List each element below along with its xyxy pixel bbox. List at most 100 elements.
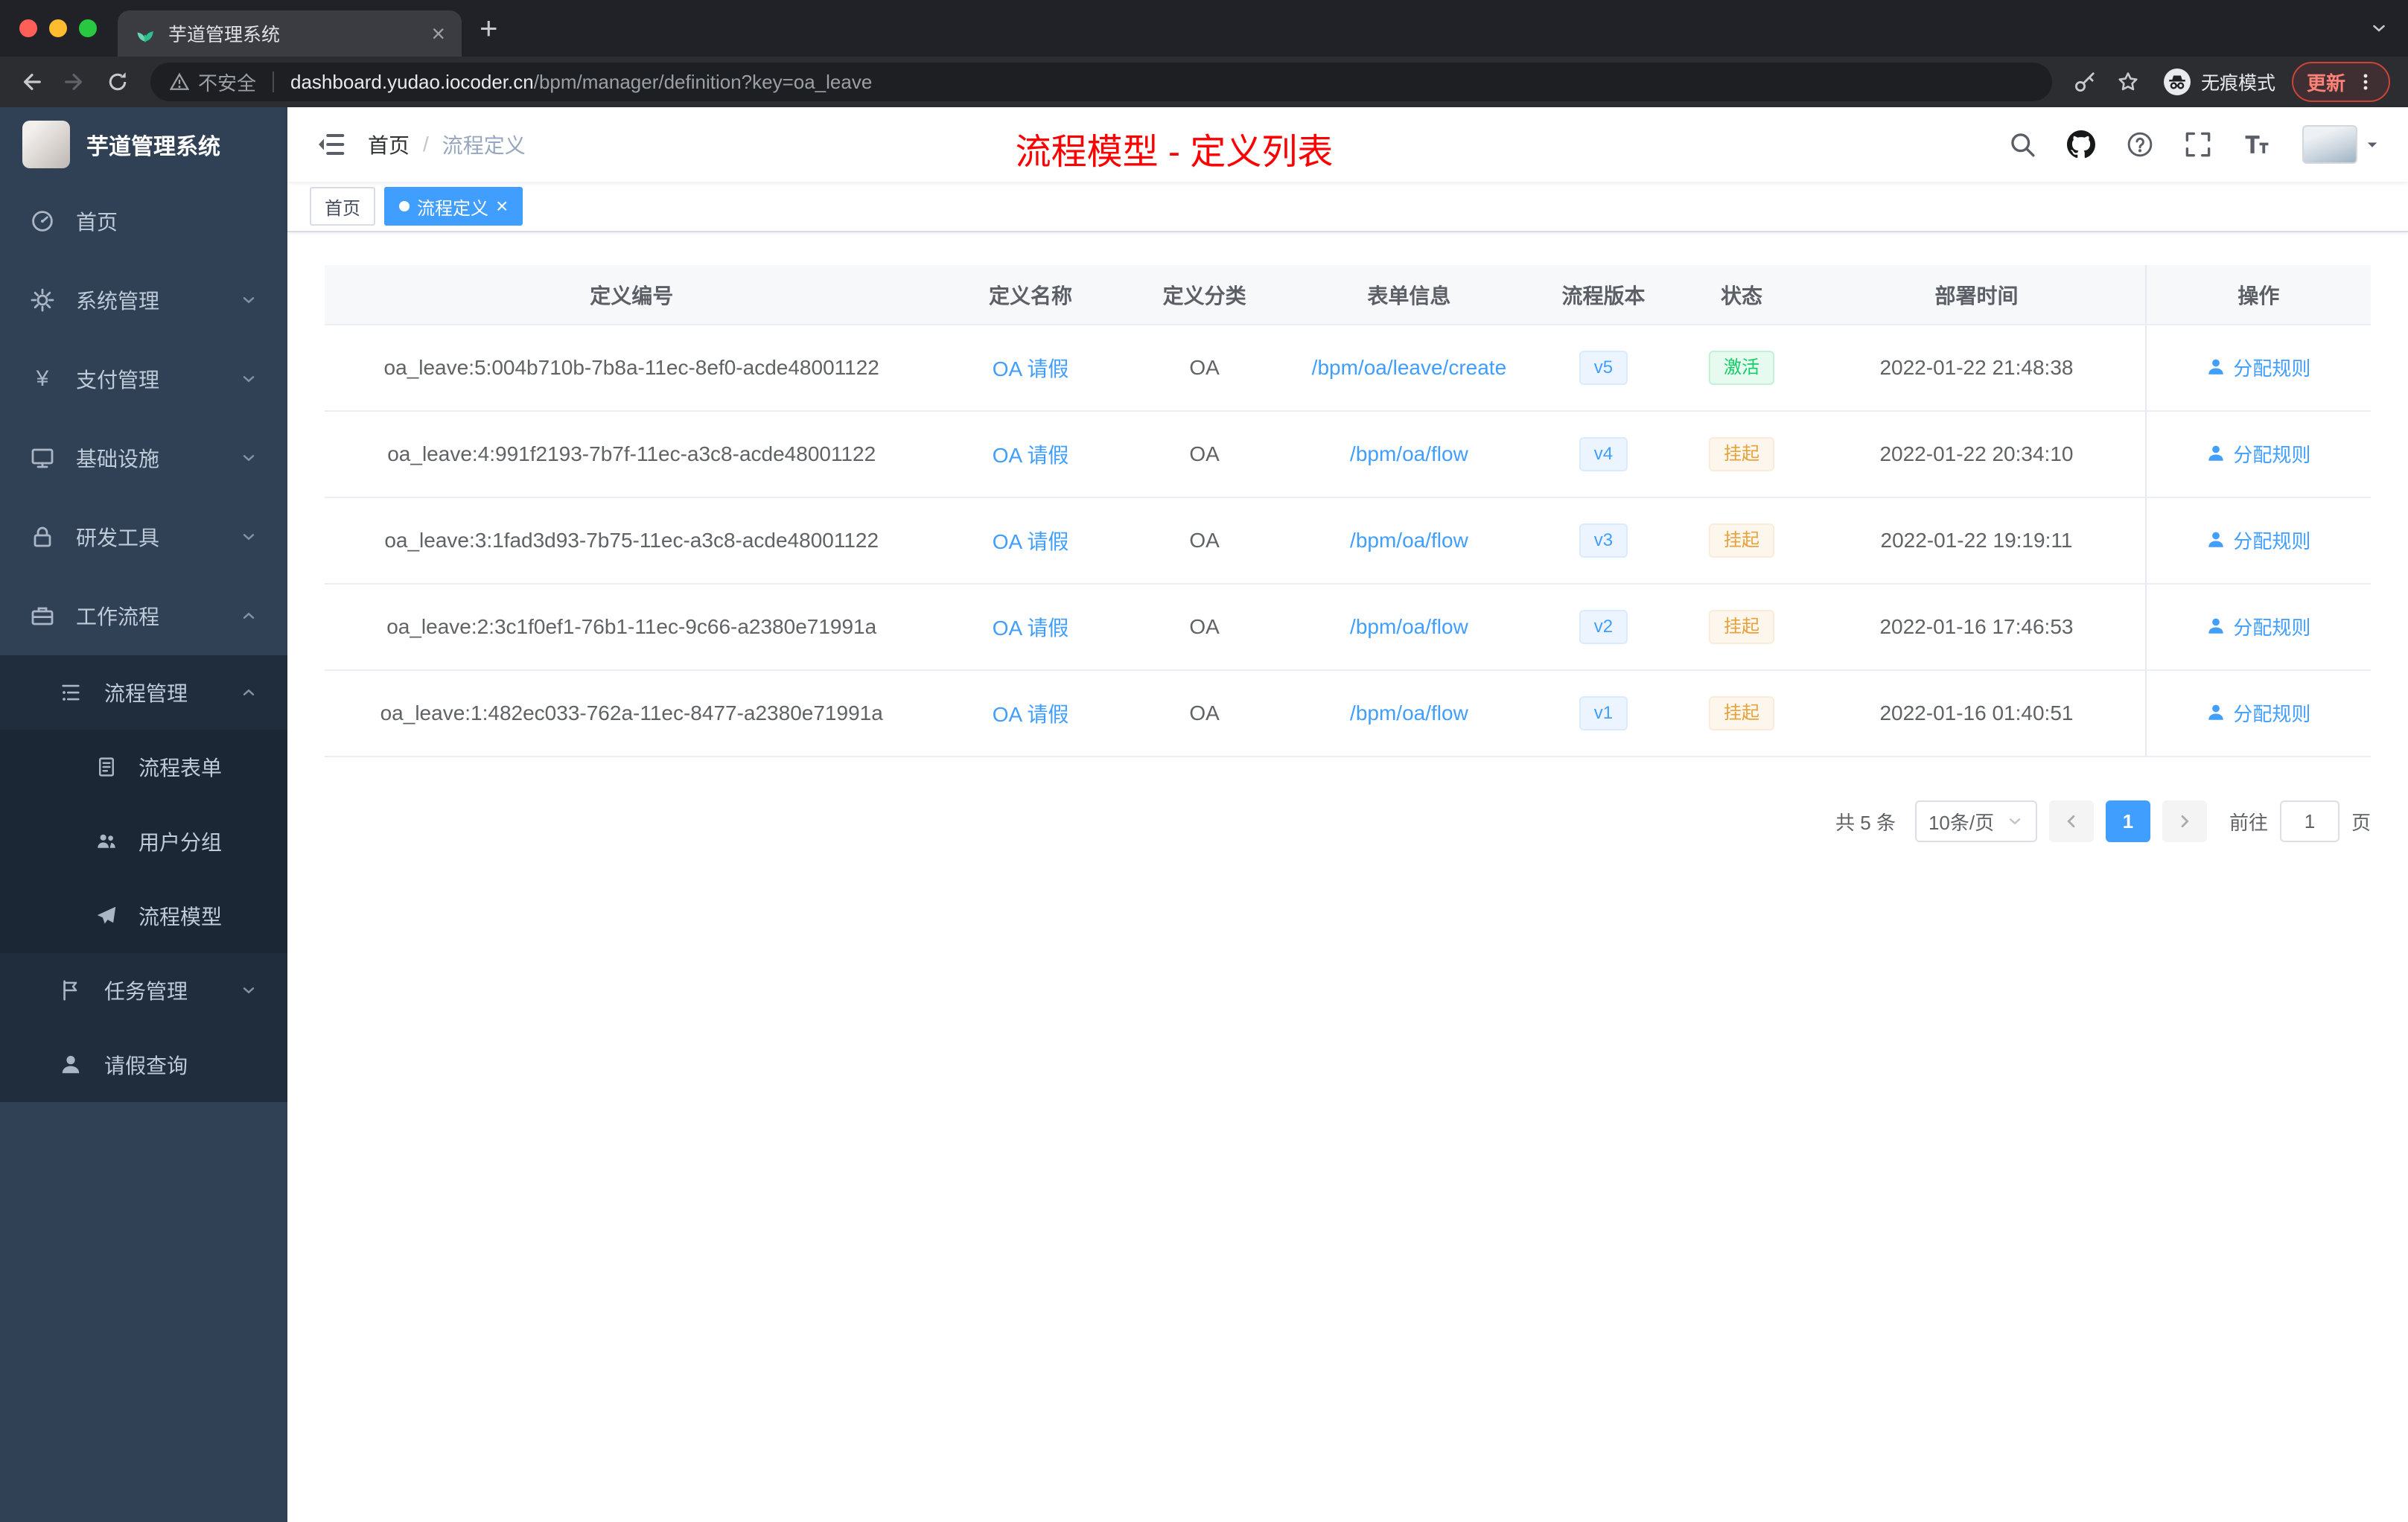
sidebar-item-workflow[interactable]: 工作流程 (0, 576, 287, 655)
forward-button[interactable] (55, 63, 94, 101)
form-info-link[interactable]: /bpm/oa/flow (1350, 701, 1468, 725)
chevron-down-icon (240, 449, 258, 467)
sidebar-item-label: 基础设施 (76, 448, 160, 471)
page-content: 定义编号 定义名称 定义分类 表单信息 流程版本 状态 部署时间 操作 oa_l (287, 232, 2408, 1522)
window-zoom-button[interactable] (79, 19, 97, 37)
sidebar-item-payment[interactable]: ¥ 支付管理 (0, 340, 287, 418)
assign-rule-link[interactable]: 分配规则 (2206, 354, 2310, 381)
tab-close-icon[interactable]: × (431, 22, 445, 45)
update-label[interactable]: 更新 (2307, 69, 2345, 96)
password-key-icon[interactable] (2065, 63, 2104, 101)
sidebar-item-label: 首页 (76, 211, 118, 234)
person-icon (2208, 704, 2224, 720)
form-info-link[interactable]: /bpm/oa/flow (1350, 442, 1468, 465)
github-icon[interactable] (2067, 130, 2095, 159)
sidebar-item-devtools[interactable]: 研发工具 (0, 497, 287, 576)
search-icon[interactable] (2009, 131, 2036, 158)
tag-close-icon[interactable]: × (496, 196, 508, 217)
browser-window: 芋道管理系统 × + 不安全 dashboard.yudao.iocoder.c… (0, 0, 2408, 1522)
incognito-label: 无痕模式 (2200, 73, 2275, 94)
definition-name-link[interactable]: OA 请假 (993, 617, 1069, 640)
sidebar-item-home[interactable]: 首页 (0, 182, 287, 261)
help-icon[interactable] (2127, 131, 2153, 158)
sidebar-item-task-management[interactable]: 任务管理 (0, 953, 287, 1028)
browser-update-button[interactable]: 更新 (2291, 62, 2390, 102)
address-bar[interactable]: 不安全 dashboard.yudao.iocoder.cn/bpm/manag… (150, 63, 2052, 101)
sidebar-item-system[interactable]: 系统管理 (0, 261, 287, 340)
form-info-link[interactable]: /bpm/oa/leave/create (1312, 356, 1507, 379)
pagination-total: 共 5 条 (1835, 811, 1896, 834)
url-host[interactable]: dashboard.yudao.iocoder.cn (290, 71, 534, 93)
security-label[interactable]: 不安全 (198, 69, 256, 96)
page-number-button[interactable]: 1 (2105, 800, 2150, 842)
form-info-link[interactable]: /bpm/oa/flow (1350, 615, 1468, 638)
col-definition-category: 定义分类 (1122, 265, 1287, 325)
browser-menu-dots-icon[interactable] (2356, 72, 2375, 92)
sidebar-item-process-form[interactable]: 流程表单 (0, 730, 287, 804)
bookmark-star-icon[interactable] (2109, 63, 2147, 101)
col-process-version: 流程版本 (1532, 265, 1675, 325)
tag-process-definition[interactable]: 流程定义 × (384, 187, 523, 226)
url-text[interactable]: dashboard.yudao.iocoder.cn/bpm/manager/d… (290, 71, 872, 94)
version-badge: v3 (1579, 523, 1628, 558)
cell-deploy-time: 2022-01-22 21:48:38 (1808, 325, 2146, 412)
person-icon (2208, 532, 2224, 547)
person-icon (58, 1052, 83, 1077)
definition-name-link[interactable]: OA 请假 (993, 357, 1069, 380)
fullscreen-icon[interactable] (2185, 131, 2211, 158)
browser-tab[interactable]: 芋道管理系统 × (118, 10, 462, 57)
url-path[interactable]: /bpm/manager/definition?key=oa_leave (534, 71, 873, 93)
next-page-button[interactable] (2162, 800, 2207, 842)
user-avatar-menu[interactable] (2302, 125, 2380, 164)
tab-search-chevron-icon[interactable] (2369, 19, 2389, 38)
page-size-select[interactable]: 10条/页 (1914, 800, 2037, 842)
assign-rule-link[interactable]: 分配规则 (2206, 613, 2310, 640)
monitor-icon (30, 445, 55, 471)
version-badge: v1 (1579, 696, 1628, 730)
form-info-link[interactable]: /bpm/oa/flow (1350, 529, 1468, 552)
lock-icon (30, 524, 55, 550)
version-badge: v4 (1579, 437, 1628, 471)
assign-rule-link[interactable]: 分配规则 (2206, 440, 2310, 468)
window-close-button[interactable] (19, 19, 37, 37)
page-size-value: 10条/页 (1928, 811, 1995, 834)
definition-name-link[interactable]: OA 请假 (993, 530, 1069, 553)
table-header-row: 定义编号 定义名称 定义分类 表单信息 流程版本 状态 部署时间 操作 (325, 265, 2371, 325)
table-row: oa_leave:2:3c1f0ef1-76b1-11ec-9c66-a2380… (325, 584, 2371, 671)
tag-label: 首页 (325, 198, 360, 219)
tag-home[interactable]: 首页 (310, 187, 375, 226)
sidebar-toggle-icon[interactable] (316, 130, 345, 159)
sidebar-item-label: 工作流程 (76, 605, 160, 628)
goto-page-input[interactable] (2279, 800, 2339, 842)
window-minimize-button[interactable] (49, 19, 67, 37)
assign-rule-link[interactable]: 分配规则 (2206, 526, 2310, 554)
sidebar-item-process-model[interactable]: 流程模型 (0, 879, 287, 953)
security-warning-icon[interactable] (170, 72, 189, 92)
table-row: oa_leave:4:991f2193-7b7f-11ec-a3c8-acde4… (325, 411, 2371, 498)
font-size-icon[interactable] (2243, 130, 2271, 159)
status-badge: 挂起 (1708, 610, 1774, 644)
avatar[interactable] (2302, 125, 2357, 164)
sidebar-item-leave-query[interactable]: 请假查询 (0, 1028, 287, 1102)
tree-list-icon (58, 680, 83, 705)
cell-category: OA (1122, 497, 1287, 585)
back-button[interactable] (12, 63, 51, 101)
yen-icon: ¥ (36, 366, 49, 391)
breadcrumb-home[interactable]: 首页 (368, 130, 410, 159)
sidebar-item-process-management[interactable]: 流程管理 (0, 655, 287, 730)
cell-deploy-time: 2022-01-16 01:40:51 (1808, 670, 2146, 757)
col-operations: 操作 (2144, 265, 2371, 325)
new-tab-button[interactable]: + (480, 13, 498, 44)
prev-page-button[interactable] (2048, 800, 2094, 842)
reload-button[interactable] (98, 63, 137, 101)
sidebar-item-infrastructure[interactable]: 基础设施 (0, 418, 287, 497)
definition-name-link[interactable]: OA 请假 (993, 703, 1069, 726)
col-status: 状态 (1675, 265, 1809, 325)
person-icon (2208, 359, 2224, 375)
sidebar-item-user-group[interactable]: 用户分组 (0, 804, 287, 879)
assign-rule-link[interactable]: 分配规则 (2206, 699, 2310, 727)
sidebar-item-label: 研发工具 (76, 526, 160, 550)
sidebar-logo[interactable]: 芋道管理系统 (0, 107, 287, 182)
workflow-submenu: 流程管理 流程表单 用户分组 流程模型 任务管理 请假查询 (0, 655, 287, 1102)
definition-name-link[interactable]: OA 请假 (993, 444, 1069, 467)
